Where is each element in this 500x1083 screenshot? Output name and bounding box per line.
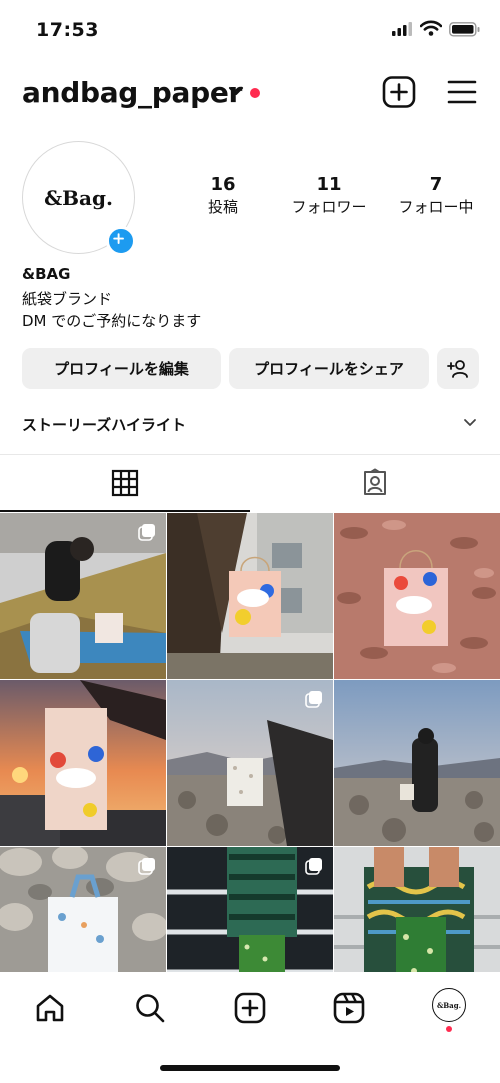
post-thumbnail[interactable] [0,680,166,846]
multiple-photos-icon [138,524,155,541]
tab-posts-grid[interactable] [0,455,250,511]
stat-posts-count: 16 [210,174,236,195]
post-image [334,513,500,679]
bio-line: 紙袋ブランド [22,290,113,308]
search-icon [136,994,165,1023]
chevron-down-icon[interactable] [228,86,244,96]
multiple-photos-icon [305,691,322,708]
notification-dot [446,1026,452,1032]
post-thumbnail[interactable] [334,513,500,679]
reels-icon [333,992,365,1024]
avatar-logo: &Bag. [44,185,113,210]
menu-icon[interactable] [447,78,477,106]
wifi-icon [420,20,442,36]
nav-profile-avatar[interactable]: &Bag. [432,988,466,1022]
share-profile-button[interactable]: プロフィールをシェア [229,348,429,389]
profile-name: &BAG [22,265,71,283]
create-post-icon[interactable] [382,76,416,108]
add-person-icon [447,359,468,378]
stat-posts-label: 投稿 [207,198,238,216]
nav-avatar-logo: &Bag. [436,1000,462,1010]
stat-posts[interactable]: 16 投稿 [173,175,273,218]
multiple-photos-icon [305,858,322,875]
stat-following-label: フォロー中 [398,198,474,216]
cellular-signal-icon [392,22,412,36]
create-post-icon [234,992,266,1024]
notification-dot [250,88,260,98]
post-thumbnail[interactable] [167,513,333,679]
post-thumbnail[interactable] [0,513,166,679]
status-time: 17:53 [36,19,99,41]
active-tab-indicator [0,510,250,512]
nav-reels[interactable] [329,988,369,1028]
chevron-down-icon[interactable] [463,418,477,427]
stat-following-count: 7 [429,174,443,195]
post-image [0,680,166,846]
post-thumbnail[interactable] [334,680,500,846]
battery-icon [449,22,480,37]
post-image [167,513,333,679]
nav-search[interactable] [130,988,170,1028]
add-story-icon[interactable] [106,226,136,256]
nav-create[interactable] [230,988,270,1028]
post-image [334,680,500,846]
username-title[interactable]: andbag_paper [22,76,242,109]
home-indicator[interactable] [160,1065,340,1071]
multiple-photos-icon [138,858,155,875]
stat-following[interactable]: 7 フォロー中 [386,175,486,218]
grid-icon [111,469,139,497]
edit-profile-button[interactable]: プロフィールを編集 [22,348,221,389]
tab-tagged[interactable] [250,455,500,511]
stat-followers-count: 11 [316,174,342,195]
tagged-person-icon [364,468,386,495]
stat-followers-label: フォロワー [291,198,367,216]
nav-home[interactable] [30,988,70,1028]
home-icon [36,994,64,1022]
story-highlights-title[interactable]: ストーリーズハイライト [22,414,186,435]
post-thumbnail[interactable] [167,680,333,846]
bio-line: DM でのご予約になります [22,312,202,330]
discover-people-button[interactable] [437,348,479,389]
stat-followers[interactable]: 11 フォロワー [279,175,379,218]
